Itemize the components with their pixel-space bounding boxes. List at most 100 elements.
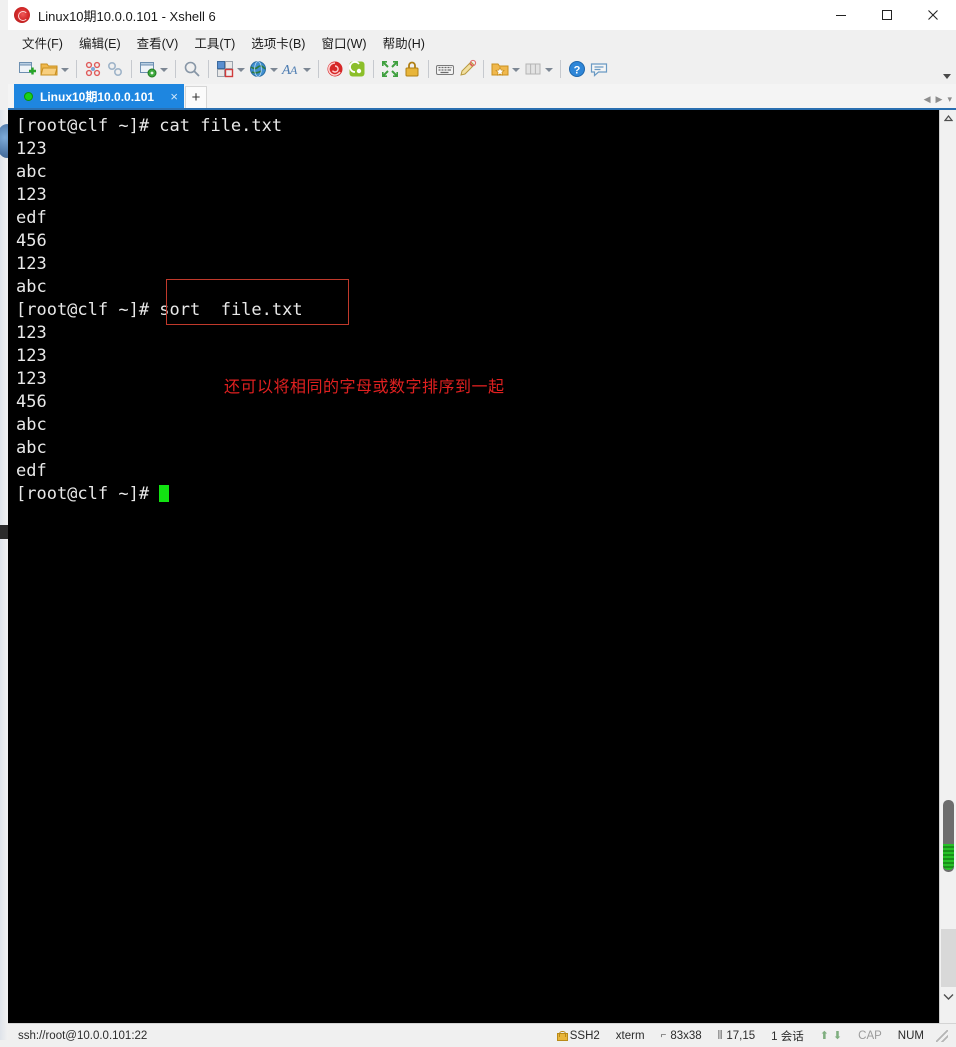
status-size-label: 83x38 xyxy=(670,1029,702,1042)
status-term-type: xterm xyxy=(608,1030,653,1042)
chevron-down-icon[interactable] xyxy=(60,60,69,78)
resize-grip-icon[interactable] xyxy=(936,1029,948,1042)
tab-strip: Linux10期10.0.0.101 × + ◀ ▶ ▾ xyxy=(8,84,956,110)
fullscreen-icon[interactable] xyxy=(380,59,400,79)
status-connection: ssh://root@10.0.0.101:22 xyxy=(18,1029,148,1042)
find-icon[interactable] xyxy=(182,59,202,79)
toolbar-separator xyxy=(76,60,77,78)
columns-icon[interactable] xyxy=(523,59,543,79)
xftp-icon[interactable] xyxy=(347,59,367,79)
font-icon[interactable]: A A xyxy=(281,59,301,79)
terminal-cursor xyxy=(159,485,170,502)
lock-icon xyxy=(556,1030,568,1041)
status-cursor-position: ⫼ 17,15 xyxy=(710,1030,763,1042)
chevron-down-icon[interactable] xyxy=(269,60,278,78)
terminal-area: [root@clf ~]# cat file.txt 123 abc 123 e… xyxy=(8,110,956,1023)
scrollbar-track-lower[interactable] xyxy=(941,929,956,987)
help-icon[interactable]: ? xyxy=(567,59,587,79)
status-term-type-label: xterm xyxy=(615,1029,645,1042)
title-bar: Linux10期10.0.0.101 - Xshell 6 xyxy=(8,0,956,30)
connection-status-dot-icon xyxy=(24,91,33,101)
highlight-pen-icon[interactable] xyxy=(457,59,477,79)
scroll-up-icon[interactable] xyxy=(940,110,956,127)
terminal-output[interactable]: [root@clf ~]# cat file.txt 123 abc 123 e… xyxy=(8,110,939,1023)
status-transfer-arrows: ⬆ ⬇ xyxy=(812,1029,850,1042)
menu-item-help[interactable]: 帮助(H) xyxy=(375,30,433,55)
keyboard-icon[interactable] xyxy=(435,59,455,79)
toolbar-separator xyxy=(175,60,176,78)
xshell-icon[interactable] xyxy=(325,59,345,79)
terminal-line: 123 xyxy=(16,346,47,366)
globe-icon[interactable] xyxy=(248,59,268,79)
xshell-window-root: Linux10期10.0.0.101 - Xshell 6 文件(F) 编辑(E… xyxy=(0,0,956,1047)
terminal-line: 123 xyxy=(16,254,47,274)
upload-arrow-icon: ⬆ xyxy=(819,1030,829,1042)
sort-command-text: sort file.txt xyxy=(159,300,303,320)
status-cursor-position-label: 17,15 xyxy=(726,1029,756,1042)
terminal-line: 123 xyxy=(16,139,47,159)
terminal-line: abc xyxy=(16,438,47,458)
svg-text:A: A xyxy=(289,63,298,77)
svg-text:?: ? xyxy=(574,65,581,77)
scissors-icon[interactable] xyxy=(83,59,103,79)
resize-icon: ⌐ xyxy=(660,1030,667,1041)
lock-icon[interactable] xyxy=(402,59,422,79)
tab-nav-menu-icon[interactable]: ▾ xyxy=(947,94,952,105)
session-properties-icon[interactable] xyxy=(138,59,158,79)
scrollbar-thumb-marker xyxy=(943,844,954,870)
tab-close-icon[interactable]: × xyxy=(170,90,178,103)
scrollbar-thumb[interactable] xyxy=(943,800,954,872)
chevron-down-icon[interactable] xyxy=(544,60,553,78)
minimize-icon[interactable] xyxy=(818,0,864,30)
new-session-icon[interactable] xyxy=(17,59,37,79)
tab-linux10[interactable]: Linux10期10.0.0.101 × xyxy=(14,84,184,108)
status-sessions: 1 会话 xyxy=(763,1028,812,1044)
maximize-icon[interactable] xyxy=(864,0,910,30)
toolbar-separator xyxy=(373,60,374,78)
shell-prompt: [root@clf ~]# xyxy=(16,300,160,320)
download-arrow-icon: ⬇ xyxy=(832,1030,843,1042)
chevron-down-icon[interactable] xyxy=(302,60,311,78)
terminal-line: edf xyxy=(16,461,47,481)
toolbar-separator xyxy=(560,60,561,78)
tab-nav-prev-icon[interactable]: ◀ xyxy=(924,94,931,105)
status-num-lock: NUM xyxy=(897,1029,924,1042)
chevron-down-icon[interactable] xyxy=(236,60,245,78)
toolbar-overflow-icon[interactable] xyxy=(943,72,952,81)
terminal-line: 123 xyxy=(16,185,47,205)
layout-icon[interactable] xyxy=(215,59,235,79)
tab-nav-next-icon[interactable]: ▶ xyxy=(936,94,943,105)
toolbar-separator xyxy=(483,60,484,78)
menu-item-file[interactable]: 文件(F) xyxy=(14,30,71,55)
window-title: Linux10期10.0.0.101 - Xshell 6 xyxy=(38,8,216,24)
chevron-down-icon[interactable] xyxy=(159,60,168,78)
menu-item-edit[interactable]: 编辑(E) xyxy=(71,30,129,55)
chat-icon[interactable] xyxy=(589,59,609,79)
status-bar: ssh://root@10.0.0.101:22 SSH2 xterm ⌐ 83… xyxy=(8,1023,956,1047)
link-icon[interactable] xyxy=(105,59,125,79)
menu-item-window[interactable]: 窗口(W) xyxy=(313,30,374,55)
shell-prompt: [root@clf ~]# xyxy=(16,484,160,504)
toolbar-separator xyxy=(131,60,132,78)
menu-item-tab[interactable]: 选项卡(B) xyxy=(243,30,313,55)
terminal-line: abc xyxy=(16,162,47,182)
status-sessions-label: 1 会话 xyxy=(771,1030,804,1043)
chevron-down-icon[interactable] xyxy=(511,60,520,78)
menu-item-view[interactable]: 查看(V) xyxy=(129,30,187,55)
status-protocol-label: SSH2 xyxy=(569,1029,600,1042)
toolbar-separator xyxy=(318,60,319,78)
open-folder-icon[interactable] xyxy=(39,59,59,79)
terminal-line: 123 xyxy=(16,323,47,343)
menu-item-tools[interactable]: 工具(T) xyxy=(186,30,243,55)
toolbar: A A ? xyxy=(8,54,956,84)
tab-nav-controls: ◀ ▶ ▾ xyxy=(924,94,952,105)
close-icon[interactable] xyxy=(910,0,956,30)
scroll-down-icon[interactable] xyxy=(940,988,956,1005)
annotation-text: 还可以将相同的字母或数字排序到一起 xyxy=(224,377,505,396)
toolbar-separator xyxy=(208,60,209,78)
terminal-scrollbar[interactable] xyxy=(939,110,956,1023)
terminal-line: abc xyxy=(16,415,47,435)
new-tab-button[interactable]: + xyxy=(185,86,207,108)
star-folder-icon[interactable] xyxy=(490,59,510,79)
terminal-line: 456 xyxy=(16,231,47,251)
